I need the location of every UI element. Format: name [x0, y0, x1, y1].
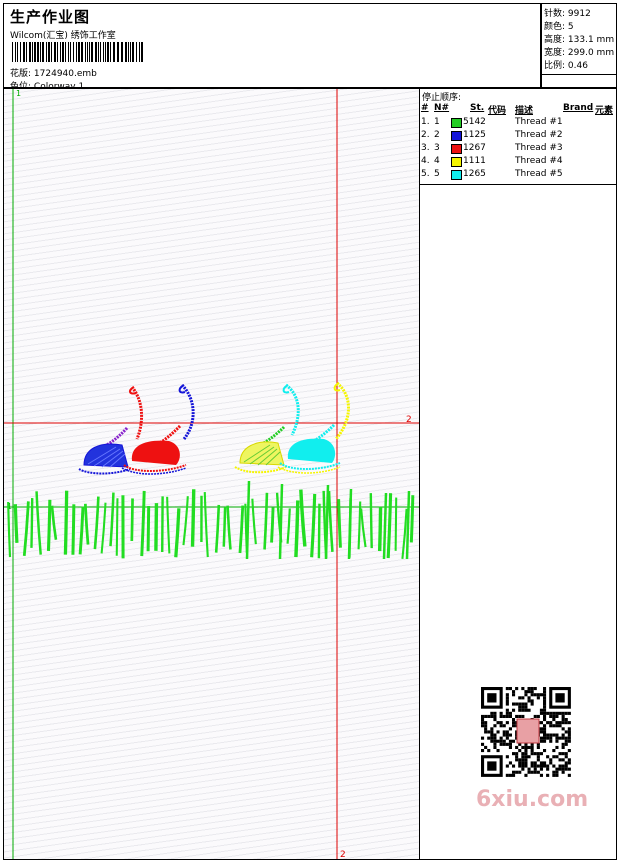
- color-swatch: [451, 131, 462, 141]
- qr-code-icon: [471, 681, 584, 781]
- table-row[interactable]: 2. 2 1125 Thread #2: [420, 130, 616, 143]
- stop-sequence-table: 停止顺序: # N# St. 代码 描述 Brand 元素 1. 1 5142 …: [420, 89, 616, 185]
- design-height: 高度: 133.1 mm: [544, 35, 615, 45]
- color-count: 颜色: 5: [544, 22, 574, 32]
- watermark-text: 6xiu.com: [476, 787, 589, 812]
- design-width: 宽度: 299.0 mm: [544, 48, 615, 58]
- table-row[interactable]: 5. 5 1265 Thread #5: [420, 169, 616, 182]
- col-header-element: 元素: [595, 106, 614, 116]
- stats-panel: 针数: 9912 颜色: 5 高度: 133.1 mm 宽度: 299.0 mm…: [541, 3, 617, 88]
- col-header-desc: 描述: [515, 106, 534, 116]
- col-header-code: 代码: [488, 106, 507, 116]
- stop-sequence-title: 停止顺序:: [422, 93, 462, 103]
- color-swatch: [451, 118, 462, 128]
- pattern-info: 花版: 1724940.emb: [10, 66, 97, 79]
- flower-group-right: [234, 381, 350, 474]
- color-swatch: [451, 144, 462, 154]
- pattern-label: 花版:: [10, 69, 32, 79]
- guide-marker-2-right: 2: [406, 415, 412, 425]
- table-row[interactable]: 1. 1 5142 Thread #1: [420, 117, 616, 130]
- table-row[interactable]: 4. 4 1111 Thread #4: [420, 156, 616, 169]
- col-header-st: St.: [470, 103, 485, 113]
- flower-group-left: [78, 383, 195, 475]
- guide-marker-1: 1: [16, 89, 21, 98]
- col-header-n: N#: [434, 103, 450, 113]
- embroidery-design: 1 2 2 1: [4, 89, 419, 859]
- guide-marker-2-bottom: 2: [340, 850, 346, 859]
- page-title: 生产作业图: [10, 8, 91, 26]
- col-header-brand: Brand: [563, 103, 594, 113]
- color-swatch: [451, 157, 462, 167]
- pattern-value: 1724940.emb: [33, 69, 97, 79]
- design-canvas[interactable]: 1 2 2 1: [3, 88, 420, 860]
- barcode-icon: [12, 42, 143, 62]
- grass-motif: [7, 480, 415, 560]
- header-panel: 生产作业图 Wilcom(汇宝) 绣饰工作室 花版: 1724940.emb 色…: [3, 3, 541, 92]
- stitch-count: 针数: 9912: [544, 9, 591, 19]
- table-row[interactable]: 3. 3 1267 Thread #3: [420, 143, 616, 156]
- col-header-num: #: [421, 103, 429, 113]
- company-name: Wilcom(汇宝) 绣饰工作室: [10, 31, 116, 41]
- color-swatch: [451, 170, 462, 180]
- scale: 比例: 0.46: [544, 61, 588, 71]
